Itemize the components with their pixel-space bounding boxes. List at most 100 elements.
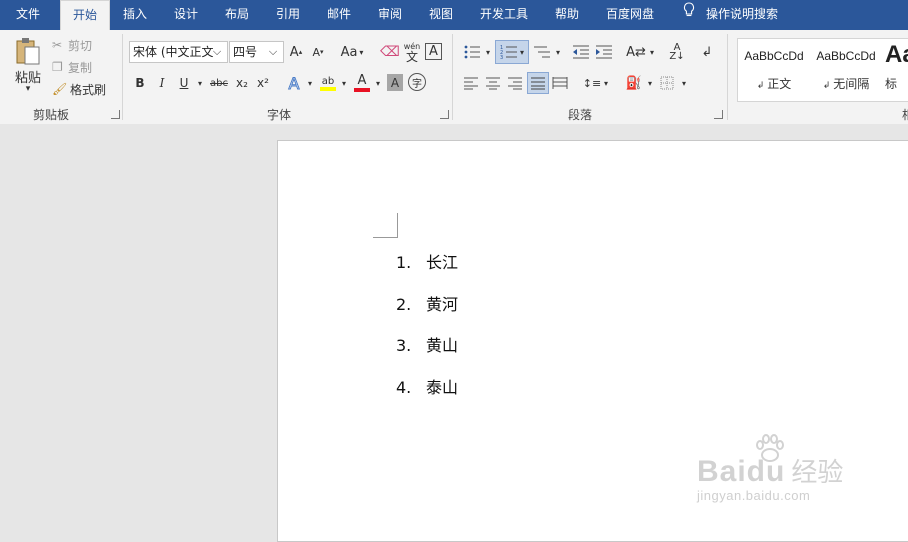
align-left-icon[interactable] (462, 74, 480, 92)
style-normal[interactable]: AaBbCcDd ↲ 正文 (738, 39, 810, 103)
borders-dropdown-icon[interactable]: ▾ (679, 74, 689, 92)
format-painter-label: 格式刷 (70, 82, 107, 97)
multilevel-dropdown-icon[interactable]: ▾ (553, 44, 563, 60)
paste-icon[interactable] (12, 36, 44, 66)
font-size-combo[interactable]: 四号 ⌵ (229, 41, 284, 63)
style-no-spacing[interactable]: AaBbCcDd ↲ 无间隔 (810, 39, 882, 103)
align-right-icon[interactable] (506, 74, 524, 92)
phonetic-icon-char: 文 (405, 50, 418, 64)
paintbrush-icon: 🖌 (52, 82, 68, 96)
paste-button[interactable]: 粘贴 (10, 68, 46, 86)
numbering-button[interactable]: 1 2 3 ▾ (495, 40, 529, 64)
list-item[interactable]: 3. 黄山 (396, 332, 458, 356)
shading-dropdown-icon[interactable]: ▾ (645, 74, 655, 92)
font-dialog-launcher-icon[interactable] (440, 110, 449, 119)
highlight-dropdown-icon[interactable]: ▾ (339, 74, 349, 92)
line-spacing-dropdown-icon[interactable]: ▾ (601, 74, 611, 92)
character-border-button[interactable]: A (425, 43, 442, 60)
character-shading-button[interactable]: A (387, 74, 403, 91)
baidu-watermark: Baidu 经验 (697, 452, 843, 489)
tab-file[interactable]: 文件 (0, 0, 56, 30)
clipboard-dialog-launcher-icon[interactable] (111, 110, 120, 119)
clipboard-group-label: 剪贴板 (33, 108, 70, 122)
list-item[interactable]: 2. 黄河 (396, 291, 458, 315)
font-name-value: 宋体 (中文正文 (133, 45, 214, 59)
tab-insert[interactable]: 插入 (114, 0, 156, 30)
font-color-button[interactable]: A (352, 72, 372, 94)
align-center-icon[interactable] (484, 74, 502, 92)
paragraph-dialog-launcher-icon[interactable] (714, 110, 723, 119)
sort-icon[interactable]: A Z↓ (667, 42, 687, 62)
tab-review[interactable]: 审阅 (369, 0, 411, 30)
underline-button[interactable]: U (176, 74, 192, 92)
group-divider (727, 34, 728, 120)
tab-developer[interactable]: 开发工具 (474, 0, 534, 30)
copy-label: 复制 (68, 60, 93, 75)
copy-icon: ❐ (52, 60, 63, 74)
borders-icon[interactable] (658, 74, 676, 92)
cut-button[interactable]: ✂ 剪切 (52, 36, 102, 54)
multilevel-list-icon[interactable] (532, 42, 552, 62)
show-hide-marks-icon[interactable]: ↲ (698, 42, 716, 62)
tab-design[interactable]: 设计 (165, 0, 207, 30)
tab-layout[interactable]: 布局 (216, 0, 258, 30)
font-color-icon: A (357, 73, 367, 88)
numbering-icon: 123 (500, 45, 517, 60)
shrink-font-button[interactable]: A ▾ (310, 42, 326, 62)
font-color-dropdown-icon[interactable]: ▾ (373, 74, 383, 92)
italic-button[interactable]: I (154, 74, 170, 92)
bullets-icon[interactable] (462, 42, 482, 62)
font-name-combo[interactable]: 宋体 (中文正文 ⌵ (129, 41, 228, 63)
format-painter-button[interactable]: 🖌 格式刷 (52, 80, 110, 98)
svg-text:3: 3 (500, 55, 503, 60)
list-text: 黄河 (426, 295, 459, 314)
increase-indent-icon[interactable] (594, 42, 614, 62)
tab-help[interactable]: 帮助 (546, 0, 588, 30)
highlight-button[interactable]: ab (318, 72, 338, 94)
enclose-characters-button[interactable]: 字 (408, 73, 426, 91)
paste-dropdown-icon[interactable]: ▾ (22, 84, 34, 94)
superscript-button[interactable]: x² (254, 74, 272, 92)
chevron-down-icon[interactable]: ⌵ (266, 42, 280, 62)
list-text: 泰山 (426, 378, 459, 397)
tab-home[interactable]: 开始 (60, 0, 110, 30)
subscript-button[interactable]: x₂ (233, 74, 251, 92)
line-spacing-icon[interactable]: ↕≡ (583, 74, 601, 92)
chinese-layout-icon[interactable]: A⇄ (625, 42, 647, 62)
highlight-color-bar (320, 86, 336, 91)
chinese-layout-dropdown-icon[interactable]: ▾ (647, 44, 657, 60)
strikethrough-button[interactable]: abc (208, 74, 230, 92)
change-case-button[interactable]: Aa ▾ (337, 42, 367, 62)
justify-icon[interactable] (527, 72, 549, 94)
text-effects-button[interactable]: A (284, 72, 304, 94)
group-divider (452, 34, 453, 120)
shading-bucket-icon[interactable]: ⛽ (624, 73, 644, 93)
text-effects-dropdown-icon[interactable]: ▾ (305, 74, 315, 92)
grow-font-button[interactable]: A ▴ (288, 42, 304, 62)
style-heading[interactable]: Aa 标 (882, 39, 908, 103)
paragraph-group-label: 段落 (568, 108, 593, 122)
watermark-url: jingyan.baidu.com (697, 488, 811, 503)
tell-me-search[interactable]: 操作说明搜索 (682, 0, 778, 30)
copy-button[interactable]: ❐ 复制 (52, 58, 102, 76)
list-number: 4. (396, 378, 412, 397)
style-sample: AaBbCcDd (744, 49, 804, 63)
phonetic-guide-button[interactable]: wén 文 (402, 40, 422, 64)
clear-formatting-icon[interactable]: ⌫ (380, 42, 400, 62)
bold-button[interactable]: B (132, 74, 148, 92)
list-item[interactable]: 1. 长江 (396, 249, 458, 273)
tab-baidu-pan[interactable]: 百度网盘 (600, 0, 660, 30)
group-divider (122, 34, 123, 120)
underline-dropdown-icon[interactable]: ▾ (195, 74, 205, 92)
tab-view[interactable]: 视图 (420, 0, 462, 30)
decrease-indent-icon[interactable] (571, 42, 591, 62)
chevron-down-icon[interactable]: ⌵ (210, 42, 224, 62)
tab-references[interactable]: 引用 (267, 0, 309, 30)
distributed-icon[interactable] (551, 74, 569, 92)
tab-mailings[interactable]: 邮件 (318, 0, 360, 30)
cut-label: 剪切 (68, 38, 93, 53)
style-sample: Aa (885, 41, 908, 68)
character-border-icon: A (429, 44, 438, 59)
bullets-dropdown-icon[interactable]: ▾ (483, 44, 493, 60)
list-item[interactable]: 4. 泰山 (396, 374, 458, 398)
